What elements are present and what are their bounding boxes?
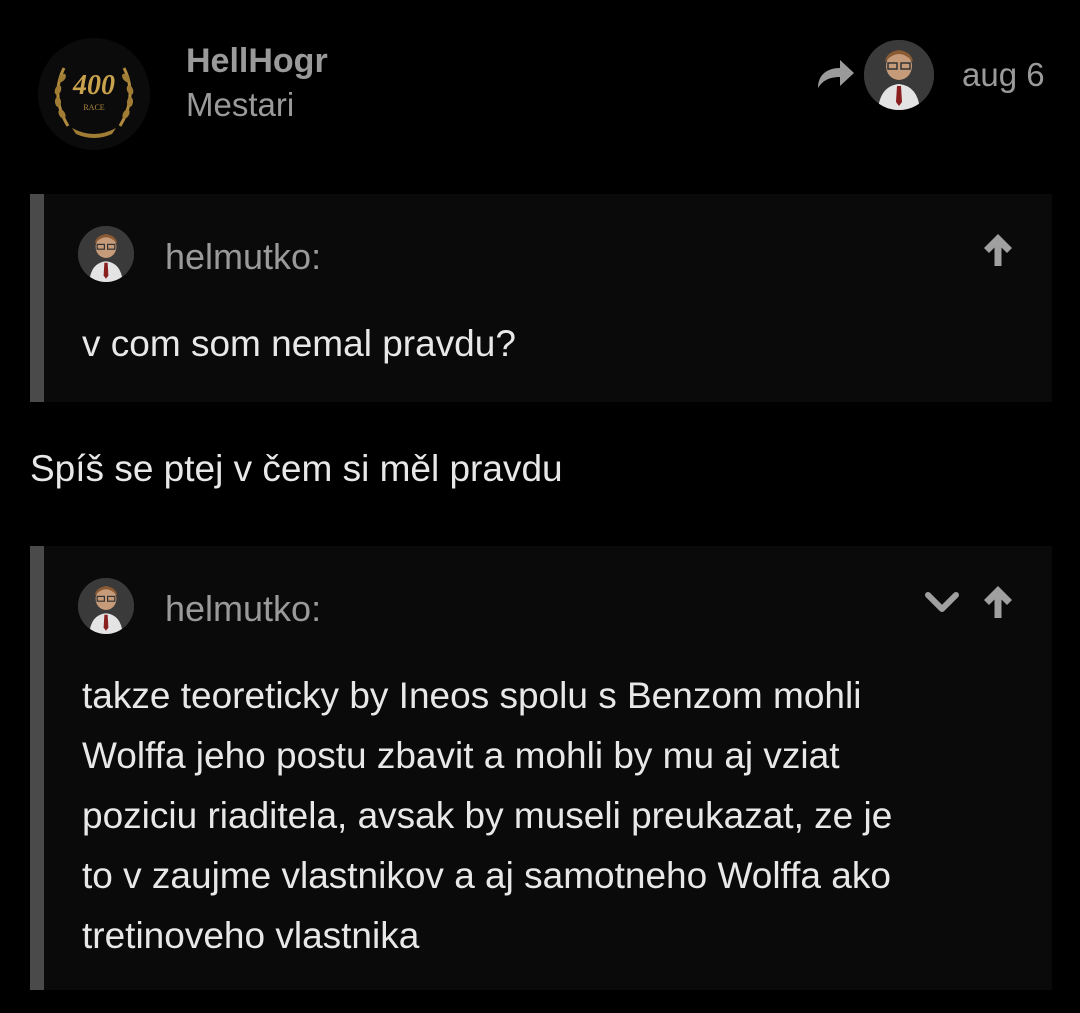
quote-author-avatar[interactable]: [78, 226, 134, 282]
quote-block: helmutko: v com som nemal pravdu?: [30, 194, 1052, 402]
user-avatar[interactable]: 400 RACE: [38, 38, 150, 150]
quote-author-avatar[interactable]: [78, 578, 134, 634]
reply-to-avatar[interactable]: [864, 40, 934, 110]
quote-line: takze teoreticky by Ineos spolu s Benzom…: [82, 675, 862, 716]
post-body-text: Spíš se ptej v čem si měl pravdu: [30, 448, 563, 489]
laurel-400-logo-icon: 400 RACE: [38, 38, 150, 150]
arrow-up-icon[interactable]: [978, 230, 1018, 270]
chevron-down-icon[interactable]: [922, 582, 962, 622]
user-title: Mestari: [186, 86, 295, 123]
quote-text: takze teoreticky by Ineos spolu s Benzom…: [82, 666, 892, 966]
arrow-up-icon[interactable]: [978, 582, 1018, 622]
quote-author[interactable]: helmutko:: [165, 236, 321, 278]
quote-line: to v zaujme vlastnikov a aj samotneho Wo…: [82, 855, 891, 896]
quote-author[interactable]: helmutko:: [165, 588, 321, 630]
quote-line: poziciu riaditela, avsak by museli preuk…: [82, 795, 893, 836]
reply-arrow-icon[interactable]: [814, 54, 858, 94]
quote-text: v com som nemal pravdu?: [82, 323, 516, 364]
post-date[interactable]: aug 6: [962, 56, 1045, 94]
svg-text:400: 400: [72, 70, 115, 101]
svg-text:RACE: RACE: [83, 103, 104, 112]
quote-line: tretinoveho vlastnika: [82, 915, 420, 956]
quote-line: Wolffa jeho postu zbavit a mohli by mu a…: [82, 735, 840, 776]
quote-block: helmutko: takze teoreticky by Ineos spol…: [30, 546, 1052, 990]
username[interactable]: HellHogr: [186, 42, 328, 81]
post-header: 400 RACE HellHogr Mestari aug 6: [0, 0, 1080, 180]
